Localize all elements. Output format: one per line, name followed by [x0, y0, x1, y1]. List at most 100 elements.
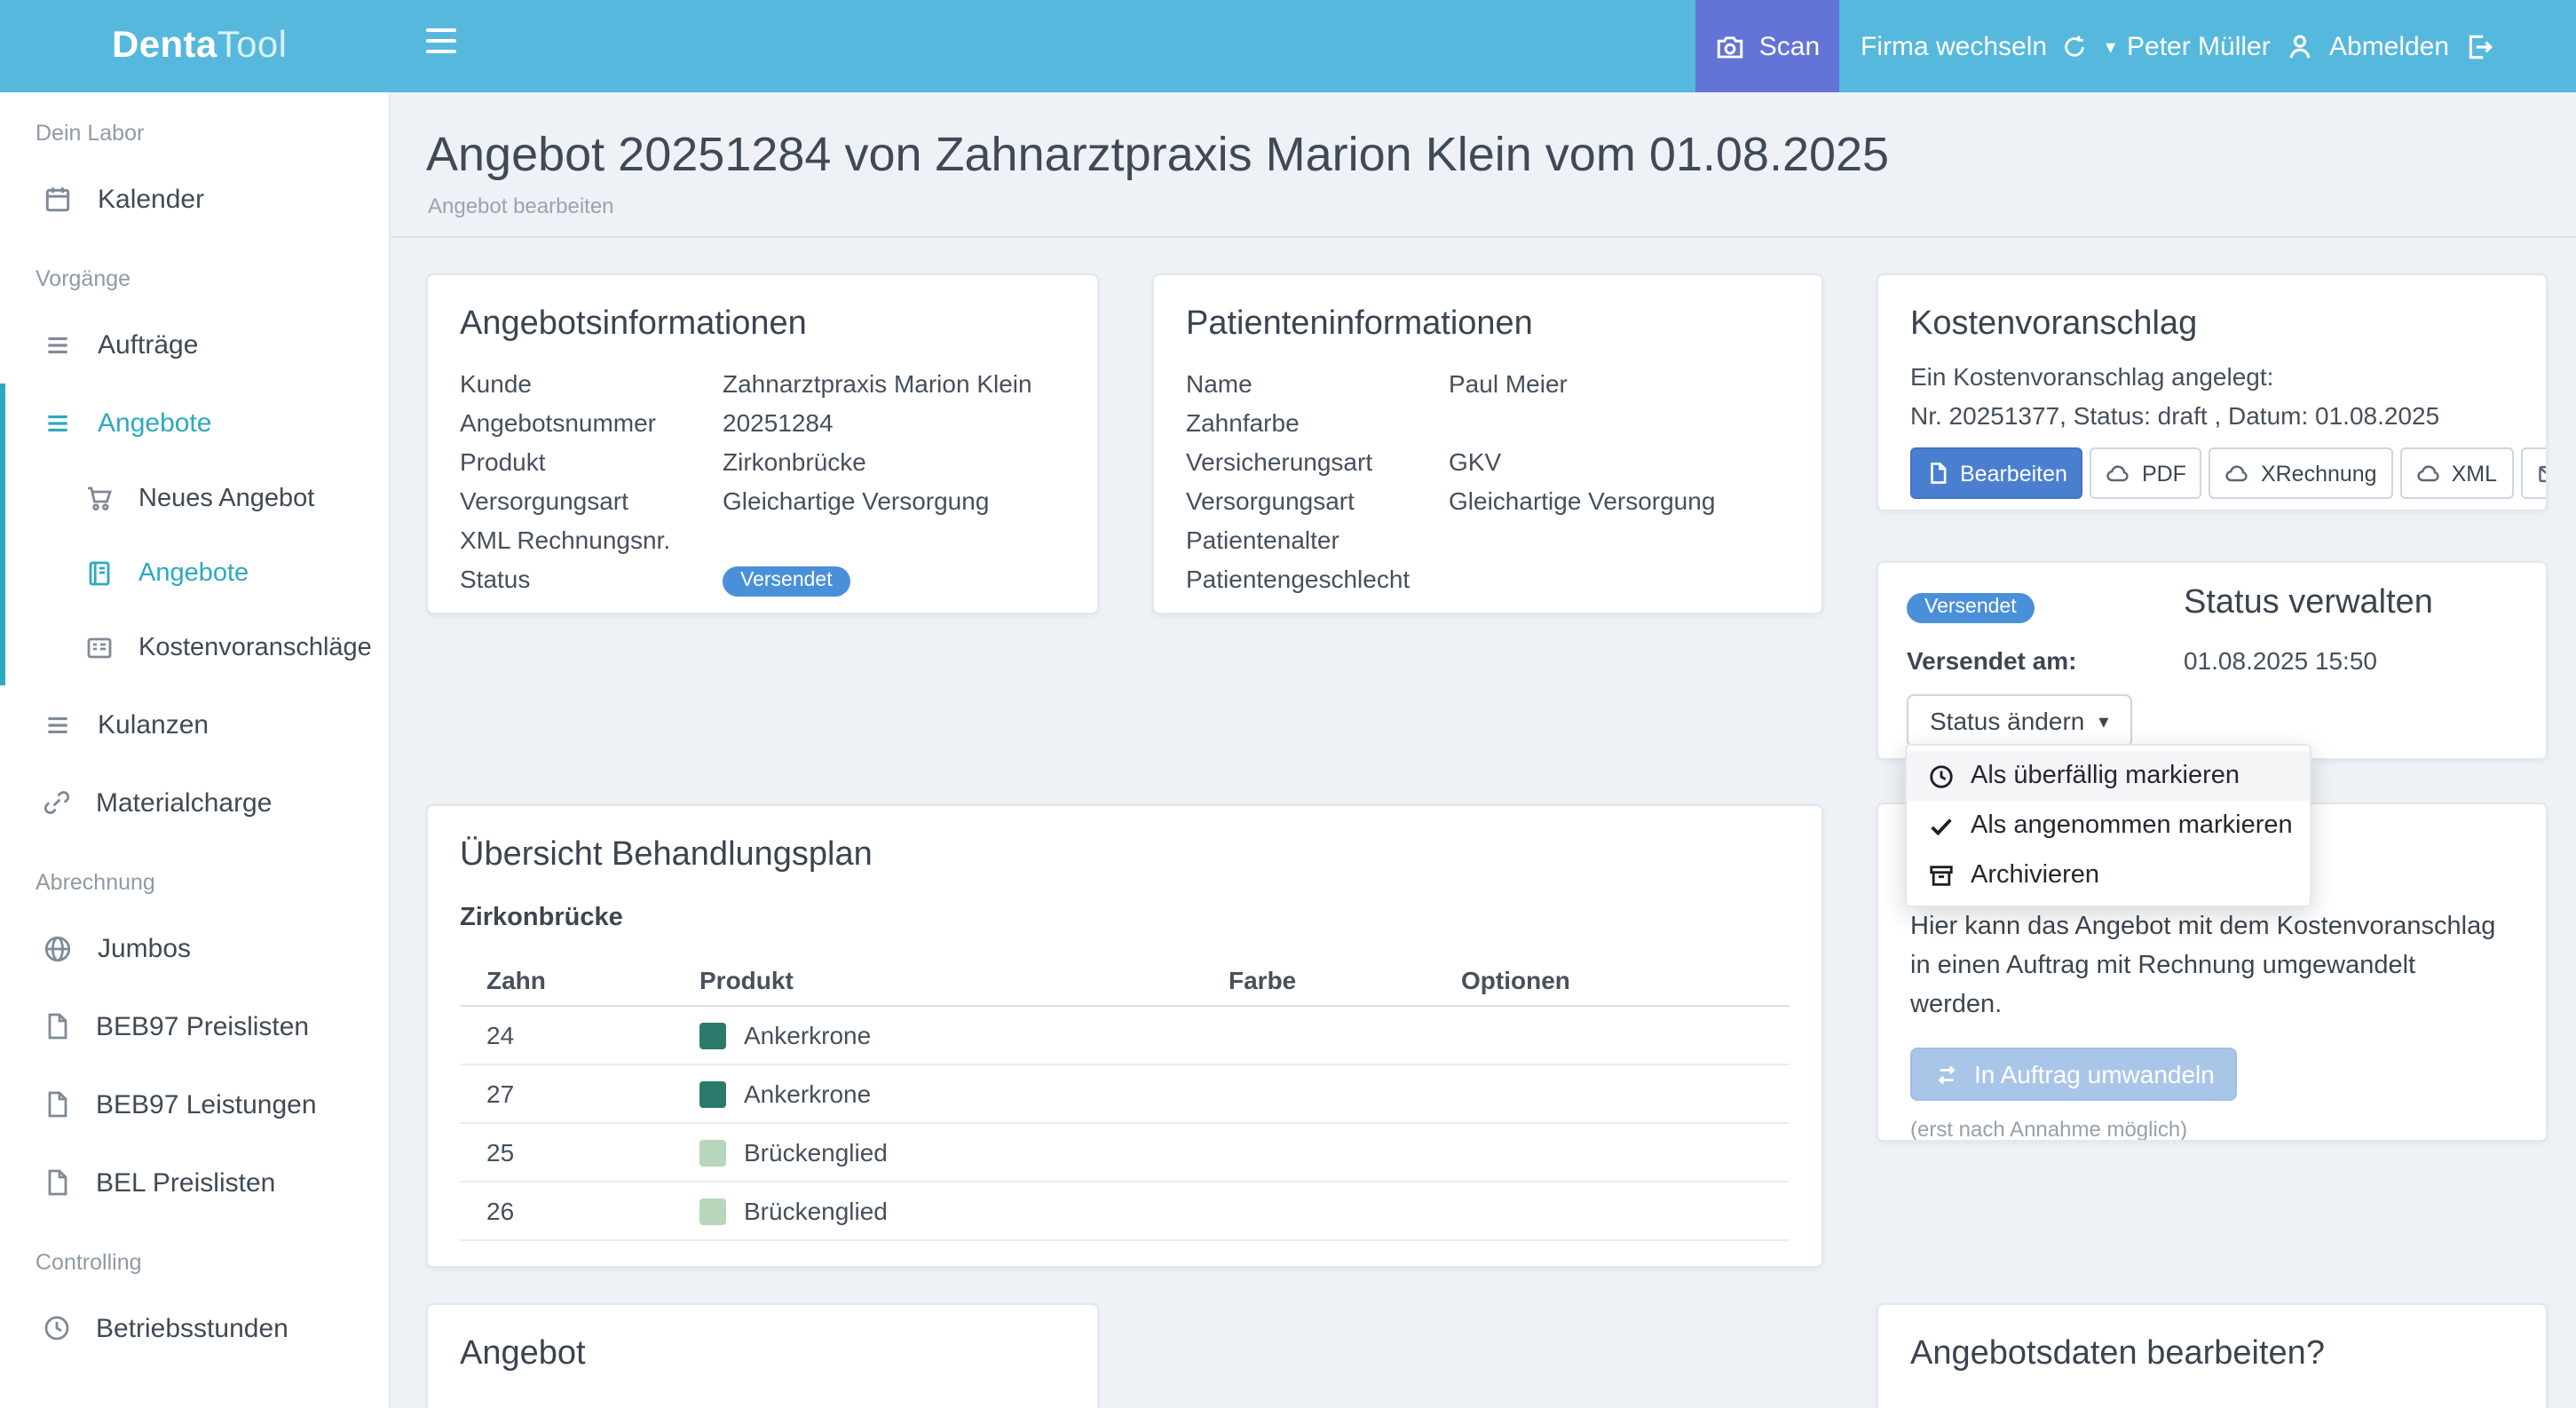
info-label: Versicherungsart	[1186, 442, 1449, 481]
refresh-icon	[2061, 33, 2088, 59]
sidebar-item-neues-angebot[interactable]: Neues Angebot	[5, 462, 389, 536]
file-icon	[43, 1012, 71, 1040]
sidebar-item-kulanzen[interactable]: Kulanzen	[0, 685, 389, 763]
sidebar-section-labor: Dein Labor	[0, 114, 389, 160]
info-label: Zahnfarbe	[1186, 403, 1449, 442]
menu-item-angenommen[interactable]: Als angenommen markieren	[1907, 801, 2310, 850]
book-icon	[85, 559, 114, 588]
sidebar-item-betriebsstunden[interactable]: Betriebsstunden	[0, 1289, 389, 1367]
xrechnung-button[interactable]: XRechnung	[2209, 447, 2393, 499]
card-title: Angebotsinformationen	[460, 304, 1065, 346]
zahn-cell: 25	[486, 1138, 699, 1167]
info-label: Kunde	[460, 364, 723, 403]
info-row: VersorgungsartGleichartige Versorgung	[1186, 481, 1790, 520]
menu-item-archivieren[interactable]: Archivieren	[1907, 850, 2310, 900]
info-row: Patientengeschlecht	[1186, 559, 1790, 598]
info-value	[723, 520, 1065, 559]
pdf-button[interactable]: PDF	[2090, 447, 2202, 499]
menu-item-label: Als überfällig markieren	[1971, 762, 2240, 790]
sidebar-item-label: Materialcharge	[96, 787, 272, 818]
zahn-cell: 24	[486, 1021, 699, 1049]
sidebar-item-label: Kostenvoranschläge	[138, 634, 372, 662]
product-color-swatch	[699, 1198, 726, 1224]
kv-button-row: Bearbeiten PDF XRechnung XML E-Mail	[1910, 447, 2514, 499]
product-color-swatch	[699, 1022, 726, 1048]
info-label: Patientenalter	[1186, 520, 1449, 559]
sidebar-item-angebote[interactable]: Angebote	[5, 536, 389, 611]
sidebar-item-beb97-preislisten[interactable]: BEB97 Preislisten	[0, 987, 389, 1065]
sidebar-item-label: Betriebsstunden	[96, 1313, 288, 1343]
info-label: Status	[460, 559, 723, 598]
status-aendern-button[interactable]: Status ändern ▾	[1907, 694, 2131, 748]
menu-toggle-icon[interactable]	[426, 28, 460, 62]
user-name-label: Peter Müller	[2127, 31, 2271, 61]
main-content: Angebot 20251284 von Zahnarztpraxis Mari…	[391, 92, 2576, 1408]
info-label: Produkt	[460, 442, 723, 481]
info-label: Patientengeschlecht	[1186, 559, 1449, 598]
scan-button[interactable]: Scan	[1695, 0, 1839, 92]
info-value: Gleichartige Versorgung	[723, 481, 1065, 520]
column-header: Zahn	[486, 966, 699, 994]
divider	[391, 236, 2576, 238]
info-value: GKV	[1449, 442, 1790, 481]
info-value: Zahnarztpraxis Marion Klein	[723, 364, 1065, 403]
info-row: KundeZahnarztpraxis Marion Klein	[460, 364, 1065, 403]
sidebar-item-auftraege[interactable]: Aufträge	[0, 305, 389, 384]
cart-icon	[85, 485, 114, 513]
sidebar-item-beb97-leistungen[interactable]: BEB97 Leistungen	[0, 1065, 389, 1143]
kv-line2: Nr. 20251377, Status: draft , Datum: 01.…	[1910, 396, 2514, 435]
produkt-cell: Ankerkrone	[699, 1021, 1229, 1049]
bearbeiten-button[interactable]: Bearbeiten	[1910, 447, 2083, 499]
email-button[interactable]: E-Mail	[2520, 447, 2548, 499]
column-header: Farbe	[1229, 966, 1461, 994]
in-auftrag-umwandeln-button[interactable]: In Auftrag umwandeln	[1910, 1048, 2238, 1101]
globe-icon	[43, 933, 73, 963]
list-icon	[43, 329, 73, 360]
info-row: VersorgungsartGleichartige Versorgung	[460, 481, 1065, 520]
sidebar-item-label: Neues Angebot	[138, 485, 314, 513]
produkt-cell: Brückenglied	[699, 1138, 1229, 1167]
clock-icon	[1928, 763, 1955, 789]
document-icon	[1926, 462, 1949, 485]
info-rows: NamePaul Meier Zahnfarbe Versicherungsar…	[1186, 364, 1790, 598]
table-row: 27 Ankerkrone	[460, 1065, 1790, 1124]
button-label: XML	[2452, 461, 2497, 486]
card-angebotsdaten: Angebotsdaten bearbeiten?	[1877, 1303, 2548, 1408]
info-label: Angebotsnummer	[460, 403, 723, 442]
logout-button[interactable]: Abmelden	[2329, 0, 2493, 92]
switch-company-button[interactable]: Firma wechseln ▾	[1861, 0, 2115, 92]
card-title: Status verwalten	[2184, 584, 2433, 623]
app-logo[interactable]: DentaTool	[112, 0, 287, 92]
info-value: Zirkonbrücke	[723, 442, 1065, 481]
sidebar-item-kalender[interactable]: Kalender	[0, 160, 389, 238]
sidebar-item-bel-preislisten[interactable]: BEL Preislisten	[0, 1143, 389, 1222]
sidebar-item-jumbos[interactable]: Jumbos	[0, 909, 389, 987]
scan-label: Scan	[1759, 31, 1820, 61]
menu-item-ueberfaellig[interactable]: Als überfällig markieren	[1907, 751, 2310, 801]
clock-icon	[43, 1314, 71, 1342]
sidebar-section-controlling: Controlling	[0, 1222, 389, 1289]
info-rows: KundeZahnarztpraxis Marion Klein Angebot…	[460, 364, 1065, 598]
sidebar-item-label: Angebote	[98, 407, 211, 438]
info-row: StatusVersendet	[460, 559, 1065, 598]
user-menu-button[interactable]: Peter Müller	[2127, 0, 2315, 92]
button-label: XRechnung	[2261, 461, 2377, 486]
card-behandlungsplan: Übersicht Behandlungsplan Zirkonbrücke Z…	[426, 804, 1823, 1268]
product-color-swatch	[699, 1080, 726, 1107]
sidebar-item-label: BEB97 Leistungen	[96, 1089, 317, 1119]
info-label: Name	[1186, 364, 1449, 403]
zahn-cell: 27	[486, 1080, 699, 1108]
brand-light: Tool	[217, 25, 288, 67]
info-value: Gleichartige Versorgung	[1449, 481, 1790, 520]
sidebar-item-kostenvoranschlaege[interactable]: Kostenvoranschläge	[5, 611, 389, 685]
sidebar-item-label: Angebote	[138, 559, 249, 588]
card-title: Kostenvoranschlag	[1910, 304, 2514, 346]
produkt-cell: Ankerkrone	[699, 1080, 1229, 1108]
logout-label: Abmelden	[2329, 31, 2449, 61]
sidebar-item-label: Kulanzen	[98, 709, 209, 740]
link-icon	[43, 788, 71, 817]
sidebar-item-angebote-group[interactable]: Angebote	[5, 384, 389, 462]
xml-button[interactable]: XML	[2400, 447, 2513, 499]
produkt-cell: Brückenglied	[699, 1197, 1229, 1225]
sidebar-item-materialcharge[interactable]: Materialcharge	[0, 763, 389, 842]
